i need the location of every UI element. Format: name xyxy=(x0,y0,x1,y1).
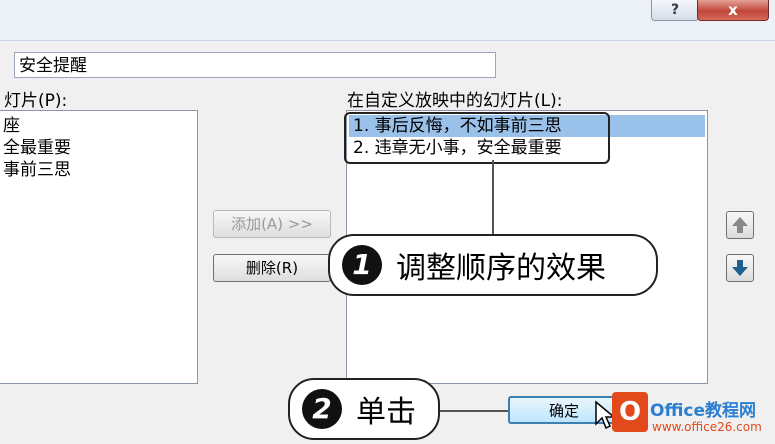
arrow-up-icon xyxy=(732,217,748,233)
callout-text: 调整顺序的效果 xyxy=(396,251,606,286)
left-list-label: 灯片(P): xyxy=(4,91,68,111)
add-button[interactable]: 添加(A) >> xyxy=(213,210,331,238)
connector-line xyxy=(440,410,510,412)
help-button[interactable]: ? xyxy=(651,0,699,21)
callout-2: 2 单击 xyxy=(288,378,440,440)
close-button[interactable]: x xyxy=(697,0,769,21)
highlight-box xyxy=(344,112,610,164)
step-number: 2 xyxy=(302,389,342,429)
list-item[interactable]: 全最重要 xyxy=(3,137,197,159)
step-number: 1 xyxy=(342,245,382,285)
show-name-input[interactable]: 安全提醒 xyxy=(14,52,496,78)
presentation-slides-list[interactable]: 座 全最重要 事前三思 xyxy=(0,110,198,384)
list-item[interactable]: 事前三思 xyxy=(3,159,197,181)
arrow-down-icon xyxy=(732,260,748,276)
connector-line xyxy=(492,160,494,234)
watermark-url: www.office26.com xyxy=(652,420,762,434)
office-logo-icon: O xyxy=(612,392,648,432)
right-list-label: 在自定义放映中的幻灯片(L): xyxy=(347,91,563,111)
list-item[interactable]: 座 xyxy=(3,115,197,137)
watermark-brand: Office教程网 xyxy=(650,401,757,421)
callout-text: 单击 xyxy=(356,395,416,430)
remove-button[interactable]: 删除(R) xyxy=(213,254,331,282)
move-down-button[interactable] xyxy=(726,254,754,282)
move-up-button[interactable] xyxy=(726,211,754,239)
callout-1: 1 调整顺序的效果 xyxy=(328,234,658,296)
